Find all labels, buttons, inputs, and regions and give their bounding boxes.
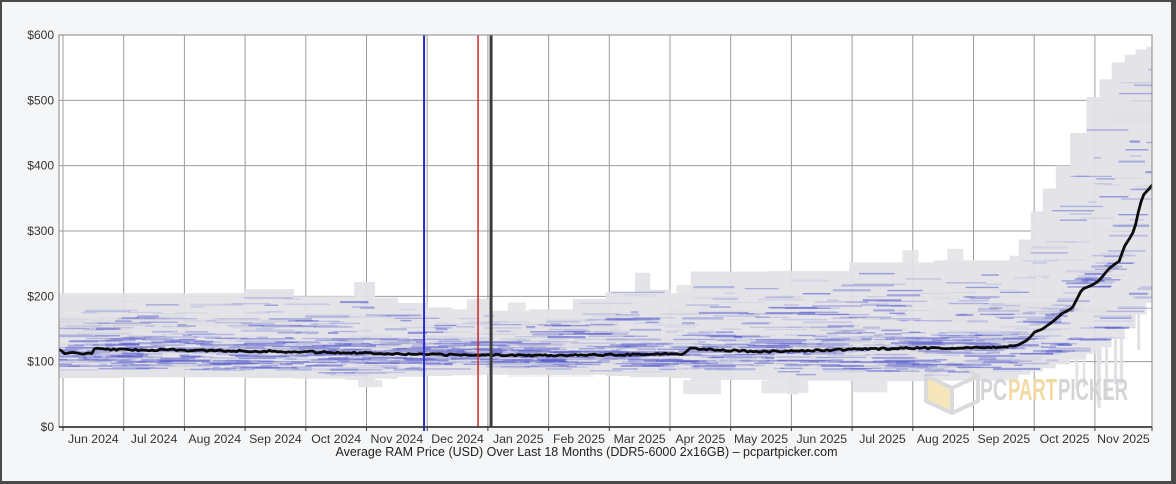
x-axis-label: Dec 2024 xyxy=(431,432,484,446)
y-axis-label: $0 xyxy=(41,420,55,434)
x-axis-label: Aug 2024 xyxy=(188,432,241,446)
x-axis-label: Jul 2025 xyxy=(859,432,906,446)
y-axis-label: $300 xyxy=(27,224,54,238)
x-axis-label: Jul 2024 xyxy=(131,432,178,446)
chart-caption: Average RAM Price (USD) Over Last 18 Mon… xyxy=(335,445,838,459)
x-axis-label: Mar 2025 xyxy=(614,432,666,446)
x-axis-label: Sep 2025 xyxy=(978,432,1031,446)
x-axis-label: Oct 2024 xyxy=(311,432,361,446)
watermark-part: PART xyxy=(1008,372,1057,407)
x-axis-label: Sep 2024 xyxy=(249,432,302,446)
x-axis-label: Jan 2025 xyxy=(493,432,544,446)
y-axis-label: $200 xyxy=(27,289,54,303)
y-axis-label: $500 xyxy=(27,93,54,107)
price-trend-widget: PC PART PICKER $0 $100 $200 $300 $400 $500 $60… xyxy=(0,0,1176,484)
watermark-picker: PICKER xyxy=(1058,372,1128,407)
x-axis-label: Nov 2025 xyxy=(1097,432,1150,446)
y-axis-label: $400 xyxy=(27,159,54,173)
x-axis-label: Apr 2025 xyxy=(675,432,725,446)
x-axis-label: Aug 2025 xyxy=(917,432,970,446)
price-chart: PC PART PICKER $0 $100 $200 $300 $400 $500 $60… xyxy=(27,28,1153,446)
x-axis-label: Jun 2025 xyxy=(796,432,847,446)
x-axis-label: Jun 2024 xyxy=(68,432,119,446)
x-axis-label: May 2025 xyxy=(734,432,788,446)
y-axis-label: $600 xyxy=(27,28,54,42)
x-axis-label: Oct 2025 xyxy=(1040,432,1090,446)
y-axis-label: $100 xyxy=(27,355,54,369)
x-axis-label: Nov 2024 xyxy=(371,432,424,446)
watermark-pc: PC xyxy=(980,372,1007,407)
x-axis-label: Feb 2025 xyxy=(553,432,605,446)
